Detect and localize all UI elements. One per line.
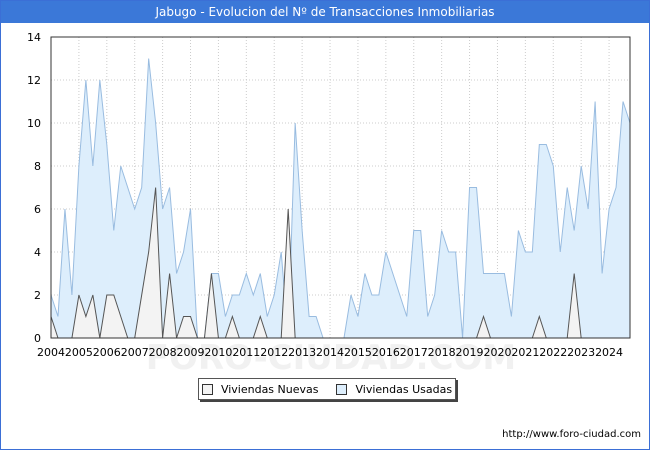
y-tick-label: 12	[27, 74, 41, 87]
x-tick-label: 2018	[428, 346, 456, 359]
x-tick-label: 2010	[204, 346, 232, 359]
legend-label-nuevas: Viviendas Nuevas	[220, 382, 319, 396]
x-tick-label: 2020	[483, 346, 511, 359]
chart-frame: Jabugo - Evolucion del Nº de Transaccion…	[0, 0, 650, 450]
x-tick-label: 2012	[260, 346, 288, 359]
legend: Viviendas Nuevas Viviendas Usadas	[198, 378, 456, 400]
x-tick-label: 2017	[400, 346, 428, 359]
y-tick-label: 0	[34, 332, 41, 345]
x-tick-label: 2024	[595, 346, 623, 359]
y-tick-label: 14	[27, 31, 41, 44]
source-url[interactable]: http://www.foro-ciudad.com	[502, 429, 641, 440]
x-tick-labels: 2004 2005 2006 2007 2008 2009 2010 2011 2012 2013…	[37, 346, 623, 359]
x-tick-label: 2005	[65, 346, 93, 359]
x-tick-label: 2006	[93, 346, 121, 359]
x-tick-label: 2014	[316, 346, 344, 359]
x-tick-label: 2022	[539, 346, 567, 359]
x-tick-label: 2016	[372, 346, 400, 359]
legend-item-usadas: Viviendas Usadas	[336, 383, 452, 396]
legend-label-usadas: Viviendas Usadas	[355, 382, 453, 396]
x-tick-label: 2015	[344, 346, 372, 359]
x-tick-label: 2019	[456, 346, 484, 359]
y-tick-label: 2	[34, 289, 41, 302]
x-tick-label: 2023	[567, 346, 595, 359]
x-tick-label: 2009	[177, 346, 205, 359]
legend-swatch-usadas	[336, 383, 348, 395]
legend-swatch-nuevas	[201, 383, 213, 395]
x-tick-label: 2013	[288, 346, 316, 359]
y-tick-label: 4	[34, 246, 41, 259]
x-tick-label: 2007	[121, 346, 149, 359]
y-tick-label: 8	[34, 160, 41, 173]
x-tick-label: 2011	[232, 346, 260, 359]
x-tick-label: 2021	[511, 346, 539, 359]
y-tick-label: 10	[27, 117, 41, 130]
y-tick-labels: 0 2 4 6 8 10 12 14	[27, 31, 41, 345]
legend-item-nuevas: Viviendas Nuevas	[201, 382, 319, 396]
x-tick-label: 2004	[37, 346, 65, 359]
y-tick-label: 6	[34, 203, 41, 216]
x-tick-label: 2008	[149, 346, 177, 359]
